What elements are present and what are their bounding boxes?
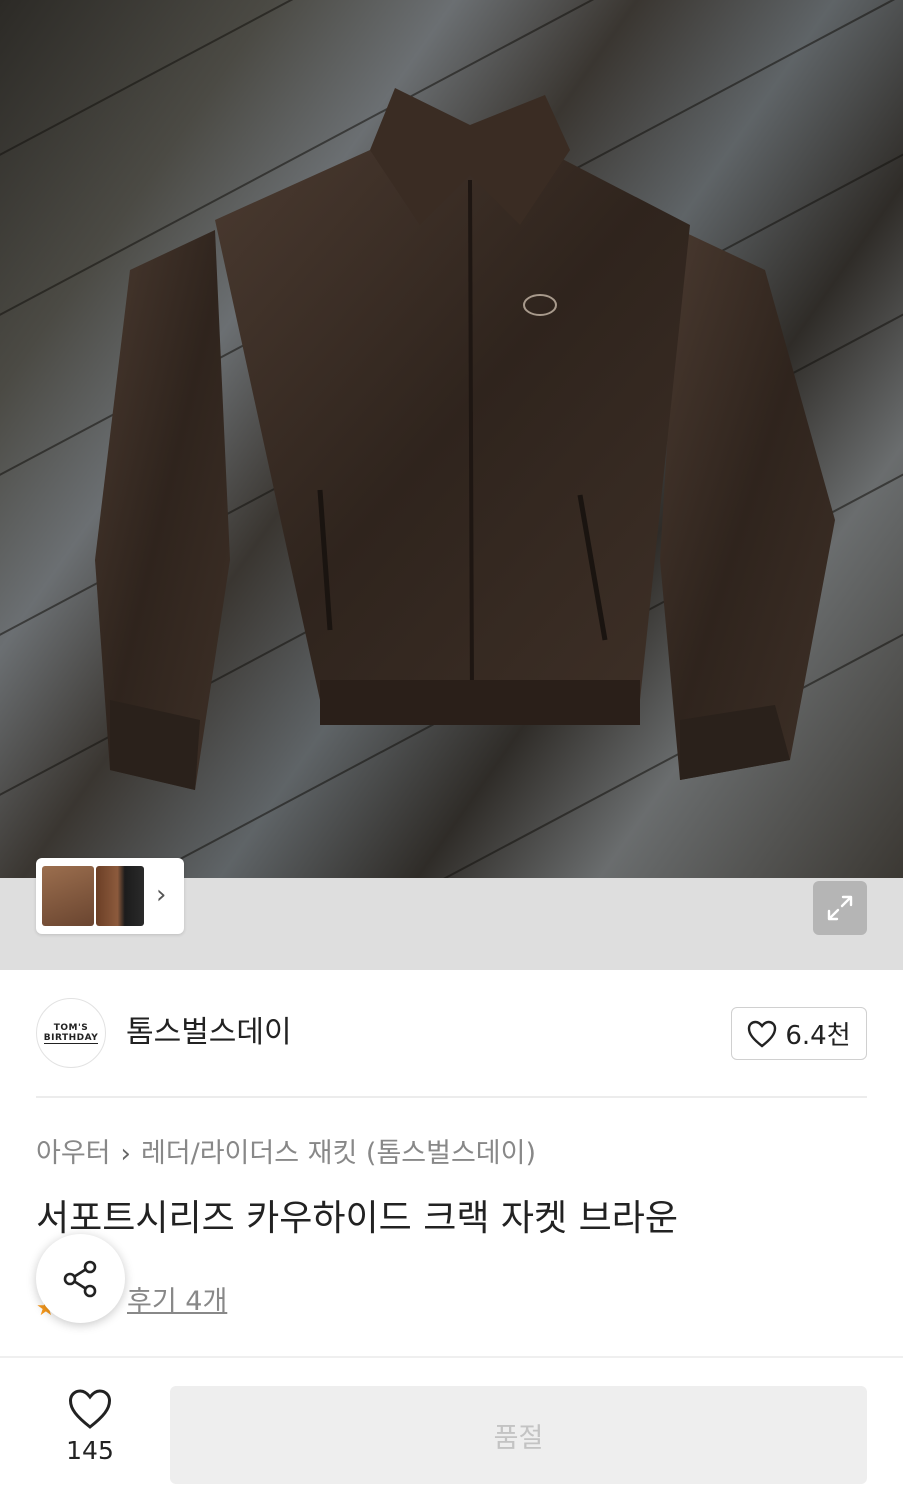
breadcrumb-category[interactable]: 아우터 [36,1136,111,1172]
leather-jacket-illustration [95,88,835,790]
brand-like-button[interactable]: 6.4천 [731,1007,867,1060]
chevron-right-icon: › [120,1139,131,1169]
brand-like-count: 6.4천 [785,1021,851,1051]
wishlist-count: 145 [66,1436,114,1465]
brand-logo-text: BIRTHDAY [43,1032,99,1044]
breadcrumb: 아우터 › 레더/라이더스 재킷 (톰스벌스데이) [36,1136,536,1172]
product-title: 서포트시리즈 카우하이드 크랙 자켓 브라운 [36,1198,678,1239]
brand-logo-text: TOM'S [53,1022,89,1033]
brand-name[interactable]: 톰스벌스데이 [126,1013,292,1053]
expand-icon [827,895,853,921]
chevron-right-icon[interactable]: › [156,880,166,910]
bottom-bar-divider [0,1356,903,1358]
soldout-button[interactable]: 품절 [170,1386,867,1484]
divider [36,1096,867,1098]
share-button[interactable] [36,1234,125,1323]
heart-icon [68,1389,112,1429]
share-icon [63,1260,96,1297]
breadcrumb-subcategory[interactable]: 레더/라이더스 재킷 (톰스벌스데이) [141,1136,536,1172]
review-link[interactable]: 후기 4개 [127,1284,227,1320]
expand-image-button[interactable] [813,881,867,935]
heart-icon [748,1020,777,1048]
product-main-image[interactable] [0,0,903,878]
thumbnail-selector[interactable]: › [36,858,184,934]
brand-logo[interactable]: TOM'S BIRTHDAY [36,998,106,1068]
wishlist-button[interactable]: 145 [40,1388,140,1480]
thumbnail-jacket-variants[interactable] [96,866,144,926]
thumbnail-jacket-brown[interactable] [42,866,94,926]
